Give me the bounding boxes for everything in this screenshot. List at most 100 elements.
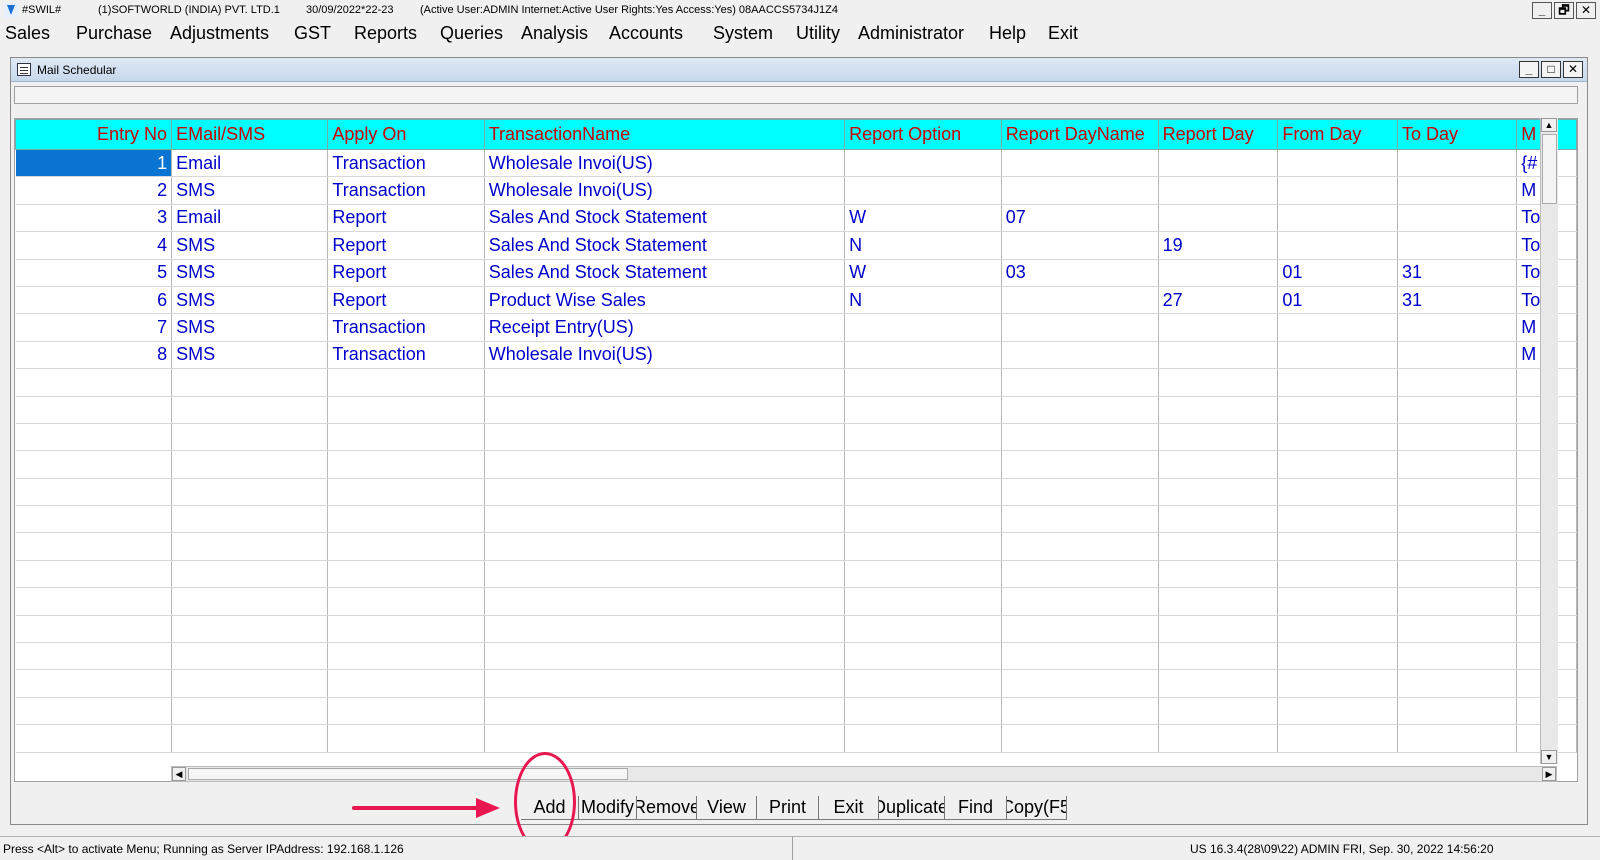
empty-cell[interactable] [171,587,329,616]
empty-cell[interactable] [1397,478,1518,507]
empty-row[interactable] [15,587,1577,616]
table-cell[interactable] [844,176,1002,205]
empty-cell[interactable] [1397,368,1518,397]
table-cell[interactable]: SMS [171,231,329,260]
empty-cell[interactable] [484,615,846,644]
scroll-down-icon[interactable]: ▼ [1541,750,1557,764]
empty-cell[interactable] [1397,724,1518,753]
empty-cell[interactable] [15,532,173,561]
table-cell[interactable]: Wholesale Invoi(US) [484,149,846,178]
menu-analysis[interactable]: Analysis [521,23,588,44]
empty-cell[interactable] [327,560,485,589]
empty-row[interactable] [15,615,1577,644]
empty-row[interactable] [15,642,1577,671]
exit-button[interactable]: Exit [819,796,879,820]
table-cell[interactable]: Report [327,231,485,260]
empty-cell[interactable] [171,505,329,534]
table-cell[interactable] [1277,341,1398,370]
menu-help[interactable]: Help [989,23,1026,44]
table-cell[interactable]: Wholesale Invoi(US) [484,341,846,370]
table-cell[interactable]: Sales And Stock Statement [484,204,846,233]
table-cell[interactable] [1277,149,1398,178]
empty-cell[interactable] [844,587,1002,616]
empty-cell[interactable] [15,560,173,589]
empty-row[interactable] [15,669,1577,698]
table-cell[interactable] [1158,259,1279,287]
table-cell[interactable] [1397,341,1518,370]
table-cell[interactable]: W [844,259,1002,287]
restore-button[interactable]: 🗗 [1554,2,1574,19]
empty-cell[interactable] [844,368,1002,397]
empty-cell[interactable] [15,478,173,507]
empty-cell[interactable] [844,669,1002,698]
column-header[interactable]: Apply On [327,119,485,150]
table-cell[interactable]: Transaction [327,176,485,205]
empty-cell[interactable] [1158,615,1279,644]
table-cell[interactable]: Sales And Stock Statement [484,259,846,287]
column-header[interactable]: EMail/SMS [171,119,329,150]
empty-cell[interactable] [1001,697,1159,726]
menu-sales[interactable]: Sales [5,23,50,44]
table-cell[interactable] [1397,149,1518,178]
menu-queries[interactable]: Queries [440,23,503,44]
table-cell[interactable]: SMS [171,176,329,205]
empty-cell[interactable] [327,450,485,479]
table-cell[interactable]: Product Wise Sales [484,286,846,315]
empty-cell[interactable] [1397,396,1518,424]
empty-cell[interactable] [1277,615,1398,644]
empty-cell[interactable] [844,532,1002,561]
empty-cell[interactable] [1001,450,1159,479]
table-cell[interactable]: Report [327,259,485,287]
table-cell[interactable]: 7 [15,313,173,342]
empty-cell[interactable] [15,669,173,698]
table-cell[interactable]: Wholesale Invoi(US) [484,176,846,205]
find-button[interactable]: Find [945,796,1007,820]
table-cell[interactable] [1397,313,1518,342]
empty-cell[interactable] [1158,450,1279,479]
table-cell[interactable] [844,313,1002,342]
empty-cell[interactable] [171,396,329,424]
duplicate-button[interactable]: Duplicate [879,796,945,820]
empty-cell[interactable] [484,450,846,479]
empty-cell[interactable] [1277,642,1398,671]
table-row[interactable]: 4 SMS Report Sales And Stock Statement N 19 To [15,231,1577,260]
empty-cell[interactable] [1001,423,1159,452]
empty-cell[interactable] [484,587,846,616]
empty-cell[interactable] [844,505,1002,534]
table-row[interactable]: 3 Email Report Sales And Stock Statement W 07… [15,204,1577,233]
column-header[interactable]: TransactionName [483,119,846,150]
empty-cell[interactable] [1158,505,1279,534]
menu-exit[interactable]: Exit [1048,23,1078,44]
empty-cell[interactable] [327,724,485,753]
menu-reports[interactable]: Reports [354,23,417,44]
menu-purchase[interactable]: Purchase [76,23,152,44]
child-minimize-button[interactable]: _ [1519,61,1539,78]
empty-cell[interactable] [1277,505,1398,534]
empty-cell[interactable] [1158,587,1279,616]
table-cell[interactable] [1001,231,1159,260]
column-header[interactable]: From Day [1277,119,1398,150]
empty-cell[interactable] [1397,669,1518,698]
empty-row[interactable] [15,423,1577,452]
table-cell[interactable]: 3 [15,204,173,233]
empty-cell[interactable] [327,423,485,452]
empty-cell[interactable] [1158,532,1279,561]
table-cell[interactable]: Receipt Entry(US) [484,313,846,342]
table-cell[interactable]: 4 [15,231,173,260]
column-header[interactable]: Report Option [844,119,1002,150]
empty-cell[interactable] [484,505,846,534]
table-cell[interactable] [1397,204,1518,233]
table-cell[interactable]: 31 [1397,259,1518,287]
empty-cell[interactable] [1277,368,1398,397]
minimize-button[interactable]: _ [1532,2,1552,19]
table-cell[interactable]: 31 [1397,286,1518,315]
empty-cell[interactable] [1277,587,1398,616]
table-cell[interactable] [1158,176,1279,205]
empty-row[interactable] [15,532,1577,561]
empty-cell[interactable] [1001,478,1159,507]
empty-cell[interactable] [484,697,846,726]
empty-cell[interactable] [1277,669,1398,698]
close-button[interactable]: ✕ [1576,2,1596,19]
filter-bar[interactable] [14,86,1578,104]
table-cell[interactable]: 8 [15,341,173,370]
